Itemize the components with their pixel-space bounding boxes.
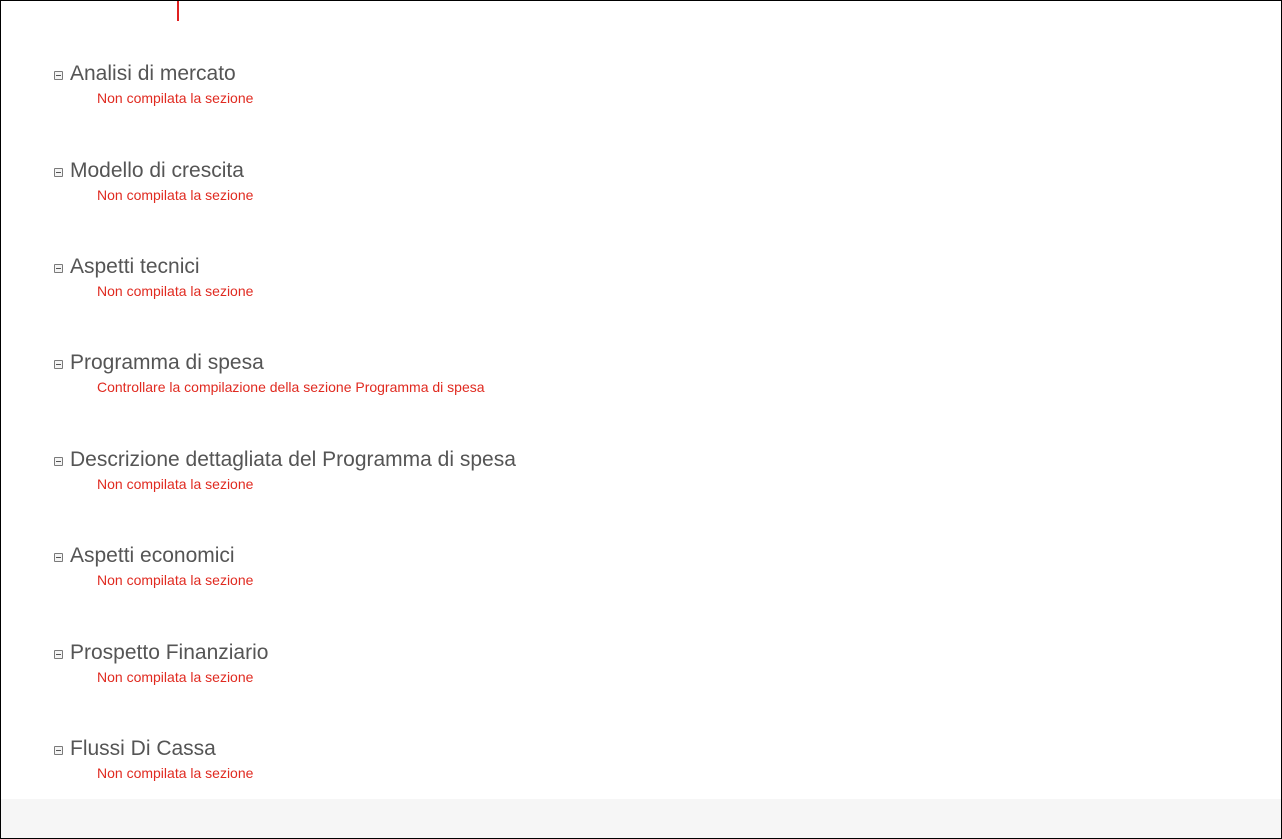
section-error-message: Controllare la compilazione della sezion… [97, 379, 485, 395]
section-error-message: Non compilata la sezione [97, 765, 254, 781]
collapse-minus-icon[interactable] [54, 263, 63, 273]
section-error-message: Non compilata la sezione [97, 669, 254, 685]
section-header[interactable]: Flussi Di Cassa [54, 736, 1254, 762]
section-title: Programma di spesa [70, 351, 264, 374]
section-header[interactable]: Descrizione dettagliata del Programma di… [54, 447, 1254, 473]
validation-panel: Analisi di mercato Non compilata la sezi… [0, 0, 1282, 839]
section-title: Flussi Di Cassa [70, 737, 216, 760]
section-header[interactable]: Aspetti economici [54, 543, 1254, 569]
section-header[interactable]: Prospetto Finanziario [54, 640, 1254, 666]
footer-bar [1, 799, 1281, 838]
collapse-minus-icon[interactable] [54, 456, 63, 466]
section-header[interactable]: Aspetti tecnici [54, 254, 1254, 280]
section-programma-di-spesa: Programma di spesa Controllare la compil… [54, 350, 1254, 395]
clipped-error-text [177, 1, 179, 21]
collapse-minus-icon[interactable] [54, 552, 63, 562]
section-title: Modello di crescita [70, 159, 244, 182]
section-header[interactable]: Analisi di mercato [54, 61, 1254, 87]
section-descrizione-dettagliata: Descrizione dettagliata del Programma di… [54, 447, 1254, 492]
section-modello-di-crescita: Modello di crescita Non compilata la sez… [54, 158, 1254, 203]
section-aspetti-economici: Aspetti economici Non compilata la sezio… [54, 543, 1254, 588]
section-title: Prospetto Finanziario [70, 641, 269, 664]
section-error-message: Non compilata la sezione [97, 283, 254, 299]
collapse-minus-icon[interactable] [54, 167, 63, 177]
section-header[interactable]: Programma di spesa [54, 350, 1254, 376]
section-flussi-di-cassa: Flussi Di Cassa Non compilata la sezione [54, 736, 1254, 781]
section-error-message: Non compilata la sezione [97, 187, 254, 203]
section-error-message: Non compilata la sezione [97, 90, 254, 106]
collapse-minus-icon[interactable] [54, 359, 63, 369]
section-title: Aspetti tecnici [70, 255, 200, 278]
section-title: Aspetti economici [70, 544, 235, 567]
section-error-message: Non compilata la sezione [97, 572, 254, 588]
section-analisi-di-mercato: Analisi di mercato Non compilata la sezi… [54, 61, 1254, 106]
section-error-message: Non compilata la sezione [97, 476, 254, 492]
collapse-minus-icon[interactable] [54, 70, 63, 80]
section-title: Analisi di mercato [70, 62, 236, 85]
section-header[interactable]: Modello di crescita [54, 158, 1254, 184]
section-aspetti-tecnici: Aspetti tecnici Non compilata la sezione [54, 254, 1254, 299]
section-title: Descrizione dettagliata del Programma di… [70, 448, 516, 471]
collapse-minus-icon[interactable] [54, 649, 63, 659]
collapse-minus-icon[interactable] [54, 745, 63, 755]
section-prospetto-finanziario: Prospetto Finanziario Non compilata la s… [54, 640, 1254, 685]
